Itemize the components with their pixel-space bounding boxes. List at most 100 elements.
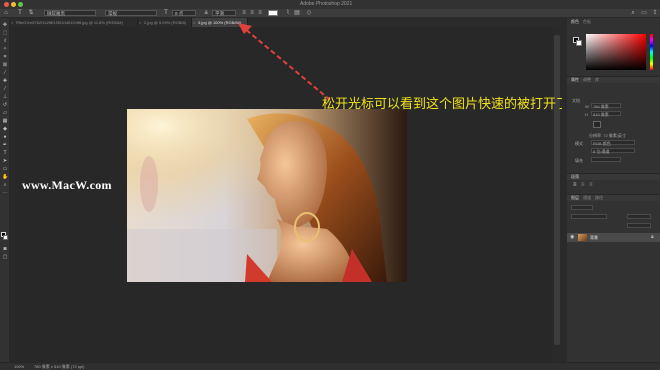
align-center-icon[interactable]: ≡ <box>581 182 585 188</box>
history-brush-tool-icon[interactable]: ↺ <box>2 102 8 108</box>
document-image[interactable] <box>127 109 407 282</box>
lasso-tool-icon[interactable]: ℓ <box>2 38 8 44</box>
eyedropper-tool-icon[interactable]: ⁄ <box>2 70 8 76</box>
height-field[interactable]: 510 像素 <box>591 111 621 117</box>
tab-paths[interactable]: 路径 <box>595 195 603 201</box>
width-value: 780 像素 <box>593 104 609 109</box>
tab-swatches[interactable]: 色板 <box>583 19 591 25</box>
search-icon[interactable]: ⌕ <box>630 10 636 16</box>
align-right-icon[interactable]: ≡ <box>257 10 263 16</box>
status-bar: 100% 780 像素 x 510 像素 (72 ppi) <box>0 362 660 370</box>
close-window-button[interactable] <box>4 2 9 7</box>
magic-wand-tool-icon[interactable]: ✧ <box>2 46 8 52</box>
blur-tool-icon[interactable]: ◆ <box>2 126 8 132</box>
title-bar: Adobe Photoshop 2021 <box>0 0 660 9</box>
eye-icon[interactable]: ◉ <box>570 234 574 240</box>
more-tools-icon[interactable]: ⋯ <box>2 190 8 196</box>
path-selection-tool-icon[interactable]: ➤ <box>2 158 8 164</box>
hand-tool-icon[interactable]: ✋ <box>2 174 8 180</box>
font-size-select[interactable]: 8 点 <box>172 10 196 16</box>
zoom-tool-icon[interactable]: ⌕ <box>2 182 8 188</box>
close-icon[interactable]: × <box>11 18 13 27</box>
healing-brush-tool-icon[interactable]: ✚ <box>2 78 8 84</box>
font-size-value: 8 点 <box>175 11 184 16</box>
tab-paragraph[interactable]: 段落 <box>571 174 579 180</box>
clone-stamp-tool-icon[interactable]: ⊥ <box>2 94 8 100</box>
home-icon[interactable]: ⌂ <box>3 10 9 16</box>
eraser-tool-icon[interactable]: ▱ <box>2 110 8 116</box>
fill-opacity-field[interactable] <box>627 223 651 228</box>
paragraph-header <box>567 173 660 180</box>
mode-select[interactable]: RGB 颜色 <box>591 140 635 146</box>
vertical-scrollbar[interactable] <box>552 27 562 362</box>
depth-value: 8 位/通道 <box>593 149 610 154</box>
zoom-level[interactable]: 100% <box>14 364 24 369</box>
tab-layers[interactable]: 图层 <box>571 195 579 201</box>
fill-select[interactable] <box>591 157 621 162</box>
annotation-text: 松开光标可以看到这个图片快速的被打开了 <box>322 97 570 112</box>
hue-slider[interactable] <box>650 34 653 70</box>
maximize-window-button[interactable] <box>18 2 23 7</box>
align-left-icon[interactable]: ≡ <box>241 10 247 16</box>
background-color-chip[interactable] <box>576 40 582 46</box>
font-size-icon: T <box>164 10 168 16</box>
warp-text-icon[interactable]: ⌇ <box>285 10 291 16</box>
crop-tool-icon[interactable]: ⌗ <box>2 54 8 60</box>
tab-adjustments[interactable]: 调整 <box>583 77 591 83</box>
align-right-icon[interactable]: ≡ <box>589 182 593 188</box>
character-panel-icon[interactable]: ▤ <box>294 10 300 16</box>
font-style-select[interactable]: 常规 <box>105 10 157 16</box>
anti-alias-value: 平滑 <box>215 11 224 16</box>
tab-color[interactable]: 颜色 <box>571 19 579 25</box>
screen-mode-icon[interactable]: ▢ <box>2 254 8 260</box>
layer-row-background[interactable]: ◉ 背景 🔒︎ <box>567 233 660 242</box>
width-field[interactable]: 780 像素 <box>591 103 621 109</box>
resolution-text: 分辨率: 72 像素/英寸 <box>589 133 626 138</box>
brush-tool-icon[interactable]: ⁄ <box>2 86 8 92</box>
anti-alias-select[interactable]: 平滑 <box>212 10 236 16</box>
options-bar: ⌂ T ⇅ 微软雅黑 常规 T 8 点 a 平滑 ≡ ≡ ≡ ⌇ ▤ ◇ ⌕ ▭… <box>0 9 660 18</box>
lock-icon[interactable]: 🔒︎ <box>651 234 654 240</box>
scrollbar-thumb[interactable] <box>554 35 560 345</box>
font-family-select[interactable]: 微软雅黑 <box>44 10 96 16</box>
anti-alias-icon: a <box>204 10 208 16</box>
3d-icon[interactable]: ◇ <box>306 10 312 16</box>
opacity-field[interactable] <box>627 214 651 219</box>
gradient-tool-icon[interactable]: ▦ <box>2 118 8 124</box>
share-icon[interactable]: ⇪ <box>652 10 658 16</box>
rectangle-tool-icon[interactable]: ▭ <box>2 166 8 172</box>
background-color-swatch[interactable] <box>3 235 8 240</box>
tools-panel: ✥ ⬚ ℓ ✧ ⌗ ⊠ ⁄ ✚ ⁄ ⊥ ↺ ▱ ▦ ◆ ● ✒ T ➤ ▭ ✋ … <box>0 18 10 362</box>
dodge-tool-icon[interactable]: ● <box>2 134 8 140</box>
document-tab-2[interactable]: × 2.jpg @ 5.09% (RGB/8) <box>138 18 192 27</box>
text-color-swatch[interactable] <box>268 10 278 16</box>
marquee-tool-icon[interactable]: ⬚ <box>2 30 8 36</box>
tab-properties[interactable]: 属性 <box>571 77 579 83</box>
align-left-icon[interactable]: ≡ <box>573 182 577 188</box>
font-family-value: 微软雅黑 <box>47 11 65 16</box>
document-tab-1[interactable]: × R5ef1f1e8762f1b2f8f1f301f46f12f4f6.jpg… <box>10 18 138 27</box>
text-orientation-icon[interactable]: ⇅ <box>28 10 34 16</box>
crop-canvas-button[interactable] <box>593 121 601 128</box>
layer-kind-filter[interactable] <box>571 205 593 210</box>
frame-tool-icon[interactable]: ⊠ <box>2 62 8 68</box>
depth-select[interactable]: 8 位/通道 <box>591 148 635 154</box>
quick-mask-icon[interactable]: ◙ <box>2 246 8 252</box>
tab-channels[interactable]: 通道 <box>583 195 591 201</box>
tab-label: R5ef1f1e8762f1b2f8f1f301f46f12f4f6.jpg @… <box>16 20 123 25</box>
type-tool-icon[interactable]: T <box>2 150 8 156</box>
color-picker-field[interactable] <box>586 34 646 70</box>
workspace-icon[interactable]: ▭ <box>641 10 647 16</box>
move-tool-icon[interactable]: ✥ <box>2 22 8 28</box>
text-tool-icon[interactable]: T <box>17 10 23 16</box>
close-icon[interactable]: × <box>139 18 141 27</box>
height-label: H <box>585 112 588 117</box>
align-center-icon[interactable]: ≡ <box>249 10 255 16</box>
tab-libraries[interactable]: 库 <box>595 77 599 83</box>
pen-tool-icon[interactable]: ✒ <box>2 142 8 148</box>
font-style-value: 常规 <box>108 11 117 16</box>
close-icon[interactable]: × <box>193 18 195 27</box>
minimize-window-button[interactable] <box>11 2 16 7</box>
document-info[interactable]: 780 像素 x 510 像素 (72 ppi) <box>34 364 84 370</box>
blend-mode-select[interactable] <box>571 214 607 219</box>
